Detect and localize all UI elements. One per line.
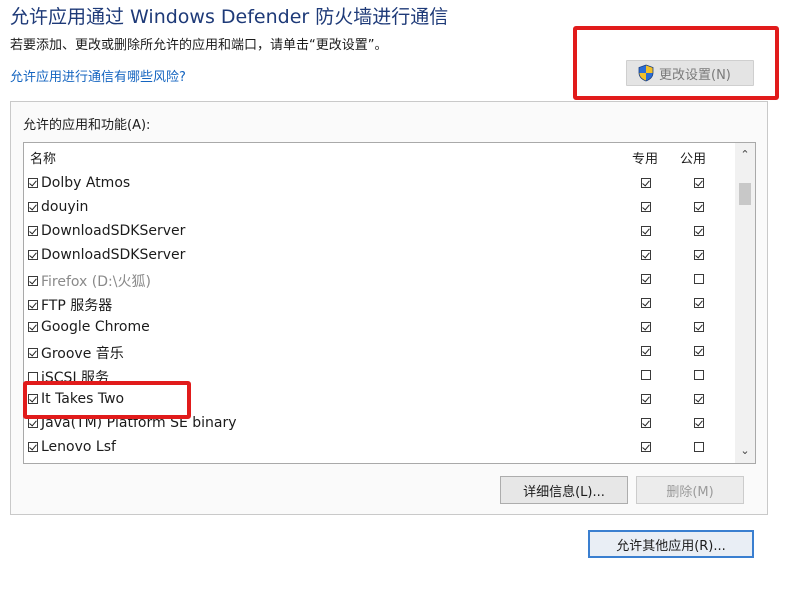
app-enabled-checkbox[interactable] [28,202,38,212]
change-settings-button[interactable]: 更改设置(N) [626,60,754,86]
private-network-checkbox[interactable] [641,442,651,452]
column-name[interactable]: 名称 [30,148,56,167]
public-network-checkbox[interactable] [694,178,704,188]
private-network-checkbox[interactable] [641,202,651,212]
app-name-label: douyin [41,199,89,215]
app-name-cell[interactable]: Lenovo Lsf [28,439,116,455]
private-network-checkbox[interactable] [641,226,651,236]
scrollbar-thumb[interactable] [739,183,751,205]
table-row[interactable]: DownloadSDKServer [24,243,736,267]
app-name-cell[interactable]: douyin [28,199,88,215]
allow-other-app-button[interactable]: 允许其他应用(R)... [588,530,754,558]
private-network-checkbox[interactable] [641,370,651,380]
app-enabled-checkbox[interactable] [28,226,38,236]
app-enabled-checkbox[interactable] [28,348,38,358]
page-title: 允许应用通过 Windows Defender 防火墙进行通信 [10,6,449,28]
app-name-label: DownloadSDKServer [41,223,186,239]
public-network-checkbox[interactable] [694,442,704,452]
table-row[interactable]: Lenovo Lsf [24,435,736,459]
app-name-cell[interactable]: Groove 音乐 [28,343,124,363]
app-name-label: DownloadSDKServer [41,247,186,263]
list-header: 名称 专用 公用 [24,143,736,167]
table-row[interactable]: DownloadSDKServer [24,219,736,243]
app-name-label: Google Chrome [41,319,150,335]
app-name-cell[interactable]: Google Chrome [28,319,150,335]
instructions-text: 若要添加、更改或删除所允许的应用和端口，请单击“更改设置”。 [10,38,388,53]
private-network-checkbox[interactable] [641,322,651,332]
private-network-checkbox[interactable] [641,346,651,356]
app-name-label: It Takes Two [41,391,125,407]
app-enabled-checkbox[interactable] [28,442,38,452]
private-network-checkbox[interactable] [641,274,651,284]
chevron-down-icon[interactable]: ⌄ [735,441,755,461]
public-network-checkbox[interactable] [694,226,704,236]
app-enabled-checkbox[interactable] [28,178,38,188]
change-settings-label: 更改设置(N) [659,67,731,83]
remove-button[interactable]: 删除(M) [636,476,744,504]
table-row[interactable]: Java(TM) Platform SE binary [24,411,736,435]
app-name-cell[interactable]: Java(TM) Platform SE binary [28,415,237,431]
firewall-allowed-apps-window: 允许应用通过 Windows Defender 防火墙进行通信 若要添加、更改或… [0,0,800,600]
app-enabled-checkbox[interactable] [28,418,38,428]
app-name-cell[interactable]: It Takes Two [28,391,124,407]
allowed-apps-panel: 允许的应用和功能(A): 名称 专用 公用 Dolby Atmos douyin D… [10,101,768,515]
app-name-label: Lenovo Lsf [41,439,116,455]
private-network-checkbox[interactable] [641,178,651,188]
table-row[interactable]: Dolby Atmos [24,171,736,195]
private-network-checkbox[interactable] [641,394,651,404]
risk-info-link[interactable]: 允许应用进行通信有哪些风险? [10,66,186,85]
table-row[interactable]: douyin [24,195,736,219]
list-scrollbar[interactable]: ⌃ ⌄ [735,143,755,463]
public-network-checkbox[interactable] [694,298,704,308]
public-network-checkbox[interactable] [694,346,704,356]
app-name-label: iSCSI 服务 [41,370,110,386]
app-enabled-checkbox[interactable] [28,300,38,310]
app-name-label: FTP 服务器 [41,298,113,314]
table-row[interactable]: Firefox (D:\火狐) [24,267,736,291]
table-row[interactable]: FTP 服务器 [24,291,736,315]
public-network-checkbox[interactable] [694,202,704,212]
private-network-checkbox[interactable] [641,298,651,308]
table-row[interactable]: Groove 音乐 [24,339,736,363]
app-name-cell[interactable]: DownloadSDKServer [28,247,185,263]
app-enabled-checkbox[interactable] [28,250,38,260]
private-network-checkbox[interactable] [641,250,651,260]
public-network-checkbox[interactable] [694,322,704,332]
column-public[interactable]: 公用 [680,148,706,167]
app-name-cell[interactable]: Dolby Atmos [28,175,130,191]
public-network-checkbox[interactable] [694,370,704,380]
public-network-checkbox[interactable] [694,418,704,428]
chevron-up-icon[interactable]: ⌃ [735,145,755,165]
app-name-label: Firefox (D:\火狐) [41,274,151,290]
allowed-apps-label: 允许的应用和功能(A): [23,118,151,133]
app-enabled-checkbox[interactable] [28,372,38,382]
app-enabled-checkbox[interactable] [28,276,38,286]
app-name-label: Dolby Atmos [41,175,131,191]
app-enabled-checkbox[interactable] [28,322,38,332]
app-name-cell[interactable]: iSCSI 服务 [28,367,109,387]
column-private[interactable]: 专用 [632,148,658,167]
app-name-label: Java(TM) Platform SE binary [41,415,237,431]
app-name-cell[interactable]: Firefox (D:\火狐) [28,271,151,291]
public-network-checkbox[interactable] [694,274,704,284]
app-enabled-checkbox[interactable] [28,394,38,404]
public-network-checkbox[interactable] [694,250,704,260]
details-button[interactable]: 详细信息(L)... [500,476,628,504]
table-row[interactable]: iSCSI 服务 [24,363,736,387]
allowed-apps-list[interactable]: 名称 专用 公用 Dolby Atmos douyin DownloadSDKSer… [23,142,756,464]
app-rows: Dolby Atmos douyin DownloadSDKServer Downlo… [24,171,736,459]
public-network-checkbox[interactable] [694,394,704,404]
table-row[interactable]: It Takes Two [24,387,736,411]
uac-shield-icon [638,64,654,82]
table-row[interactable]: Google Chrome [24,315,736,339]
private-network-checkbox[interactable] [641,418,651,428]
app-name-cell[interactable]: FTP 服务器 [28,295,112,315]
app-name-label: Groove 音乐 [41,346,124,362]
app-name-cell[interactable]: DownloadSDKServer [28,223,185,239]
